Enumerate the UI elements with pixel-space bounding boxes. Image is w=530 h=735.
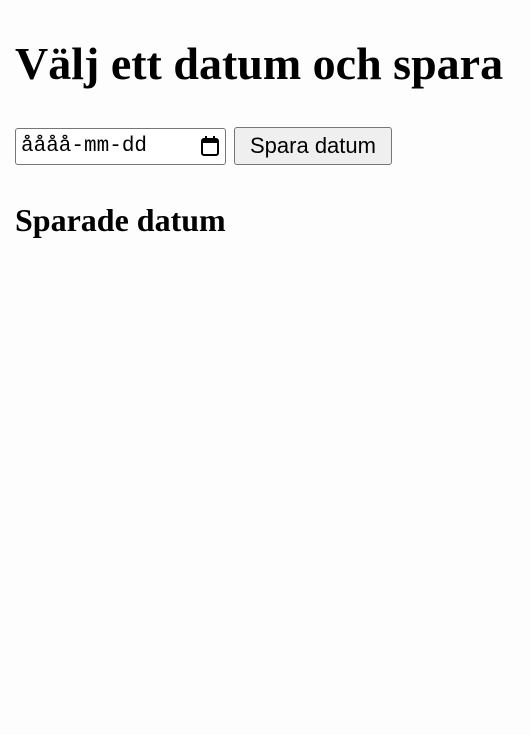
saved-dates-heading: Sparade datum (15, 202, 226, 238)
date-form: åååå-mm-dd Spara datum (15, 127, 392, 165)
save-date-button[interactable]: Spara datum (234, 127, 392, 165)
page-title: Välj ett datum och spara (15, 38, 504, 89)
date-input-placeholder: åååå-mm-dd (21, 134, 148, 158)
date-input[interactable]: åååå-mm-dd (15, 127, 226, 165)
calendar-icon[interactable] (199, 134, 221, 158)
